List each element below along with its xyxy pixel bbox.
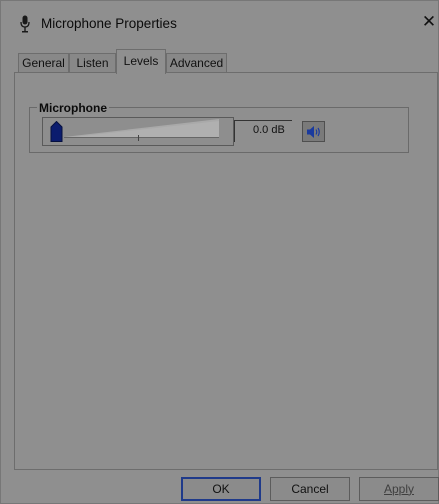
close-icon: ✕ [421, 12, 437, 31]
tab-general[interactable]: General [18, 53, 69, 72]
level-track-wedge [64, 119, 219, 138]
ok-button[interactable]: OK [181, 477, 261, 501]
level-value: 0.0 dB [253, 124, 285, 136]
slider-thumb[interactable] [50, 121, 63, 142]
title-bar: Microphone Properties ✕ [1, 1, 438, 45]
properties-window: Microphone Properties ✕ General Listen L… [0, 0, 439, 504]
apply-button[interactable]: Apply [359, 477, 439, 501]
tab-strip: General Listen Levels Advanced [18, 49, 438, 74]
tab-levels[interactable]: Levels [116, 49, 166, 74]
speaker-icon [307, 126, 320, 138]
close-button[interactable]: ✕ [419, 11, 439, 33]
slider-tick [138, 135, 139, 141]
microphone-icon [20, 15, 30, 33]
cancel-button[interactable]: Cancel [270, 477, 350, 501]
window-title: Microphone Properties [41, 16, 177, 31]
tab-advanced[interactable]: Advanced [166, 53, 227, 72]
mute-button[interactable] [302, 121, 325, 142]
tab-listen[interactable]: Listen [69, 53, 116, 72]
microphone-group-label: Microphone [37, 101, 109, 115]
